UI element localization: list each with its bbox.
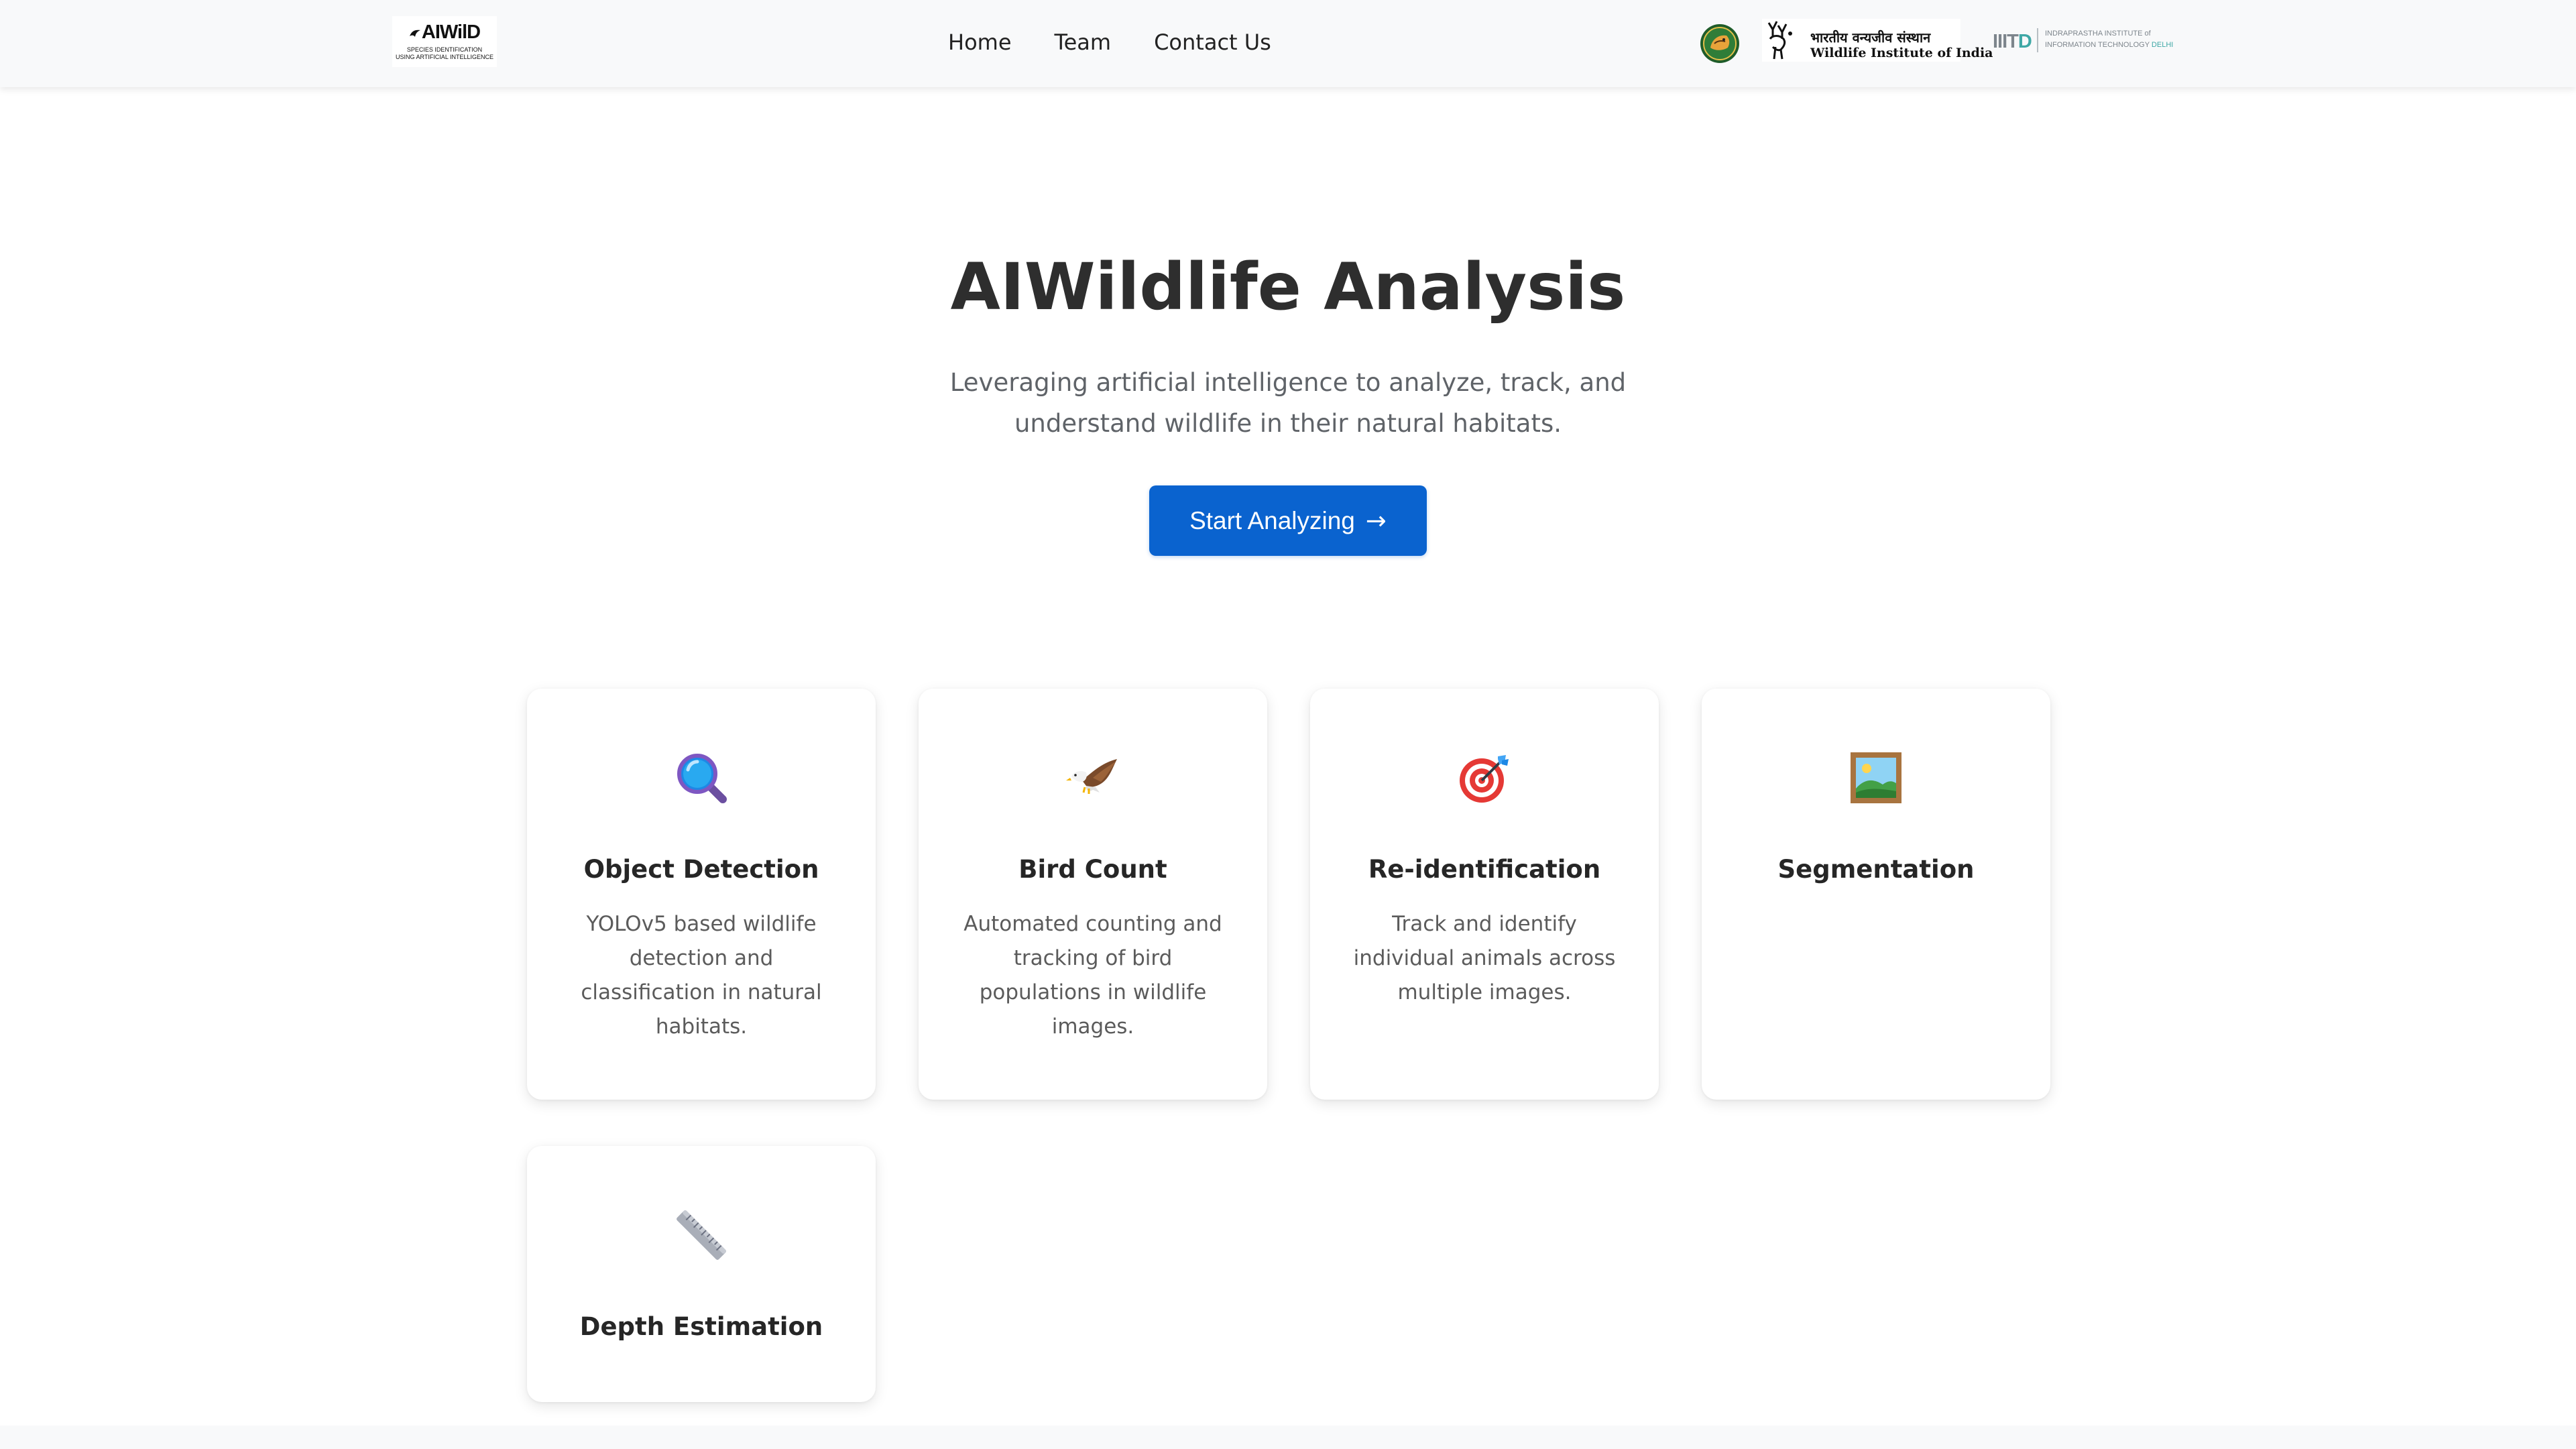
magnifying-glass-icon xyxy=(677,754,727,803)
card-title: Object Detection xyxy=(583,855,819,884)
card-title: Re-identification xyxy=(1368,855,1601,884)
iiitd-mark: IIITD xyxy=(1993,31,2032,52)
start-analyzing-button[interactable]: Start Analyzing → xyxy=(1149,485,1427,556)
wii-tree-deer-icon xyxy=(1767,21,1792,60)
card-description: Automated counting and tracking of bird … xyxy=(963,912,1222,1039)
nav-contact-link[interactable]: Contact Us xyxy=(1154,30,1271,55)
forest-department-emblem-icon xyxy=(1700,24,1739,63)
brand-tagline: SPECIES IDENTIFICATION USING ARTIFICIAL … xyxy=(395,46,494,60)
iiitd-name-line2: INFORMATION TECHNOLOGY DELHI xyxy=(2045,41,2174,49)
card-title: Depth Estimation xyxy=(579,1312,823,1341)
hero-title: AIWildlife Analysis xyxy=(950,249,1626,325)
card-re-identification[interactable]: Re-identification Track and identify ind… xyxy=(1310,689,1659,1100)
wii-english-name: Wildlife Institute of India xyxy=(1810,46,1993,60)
ruler-icon xyxy=(677,1210,726,1260)
card-title: Bird Count xyxy=(1018,855,1167,884)
iiitd-divider xyxy=(2037,28,2038,52)
card-description: YOLOv5 based wildlife detection and clas… xyxy=(581,912,822,1039)
iiitd-name-line1: INDRAPRASTHA INSTITUTE of xyxy=(2045,30,2151,38)
start-analyzing-label: Start Analyzing xyxy=(1189,506,1355,534)
framed-picture-icon xyxy=(1851,752,1901,803)
card-description: Track and identify individual animals ac… xyxy=(1353,912,1616,1004)
card-segmentation[interactable]: Segmentation xyxy=(1702,689,2050,1100)
brand-logo[interactable]: AIWilD SPECIES IDENTIFICATION USING ARTI… xyxy=(392,16,497,67)
arrow-right-icon: → xyxy=(1365,506,1387,535)
navbar: AIWilD SPECIES IDENTIFICATION USING ARTI… xyxy=(0,0,2576,87)
eagle-icon xyxy=(1066,759,1117,794)
card-title: Segmentation xyxy=(1777,855,1975,884)
iiitd-logo: IIITD INDRAPRASTHA INSTITUTE of INFORMAT… xyxy=(1993,27,2175,54)
brand-wordmark: AIWilD xyxy=(409,23,481,42)
hero-subtitle: Leveraging artificial intelligence to an… xyxy=(949,368,1627,438)
card-object-detection[interactable]: Object Detection YOLOv5 based wildlife d… xyxy=(527,689,876,1100)
card-bird-count[interactable]: Bird Count Automated counting and tracki… xyxy=(919,689,1267,1100)
wii-hindi-name: भारतीय वन्यजीव संस्थान xyxy=(1810,30,1931,46)
wii-logo: भारतीय वन्यजीव संस्थान Wildlife Institut… xyxy=(1762,19,1993,62)
footer-strip xyxy=(0,1426,2576,1449)
target-icon xyxy=(1460,755,1509,803)
bird-logo-icon xyxy=(409,30,420,37)
nav-team-link[interactable]: Team xyxy=(1055,30,1112,55)
card-depth-estimation[interactable]: Depth Estimation xyxy=(527,1146,876,1402)
nav-home-link[interactable]: Home xyxy=(948,30,1012,55)
nav-links: Home Team Contact Us xyxy=(948,30,1314,55)
